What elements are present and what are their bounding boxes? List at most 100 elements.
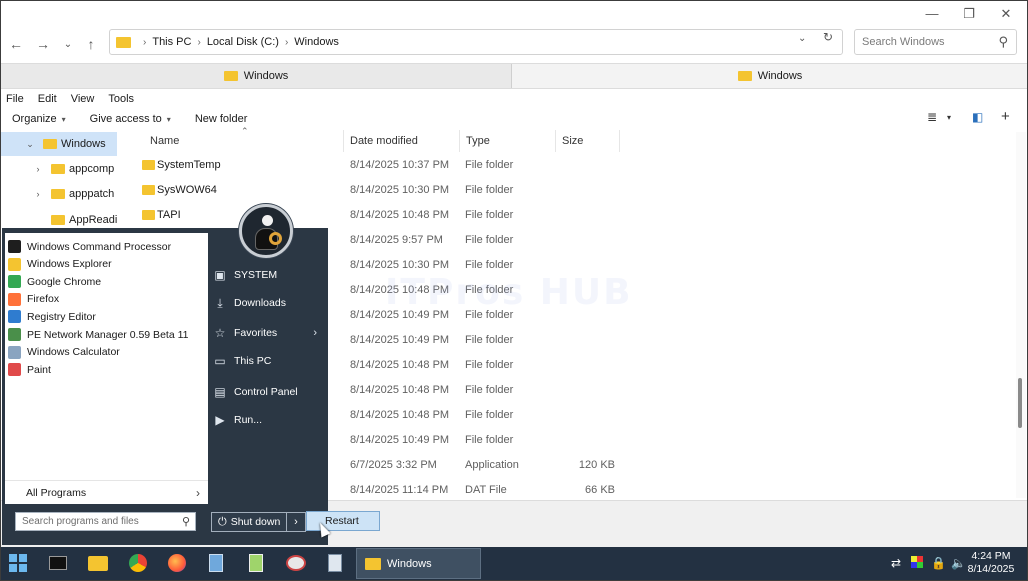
- search-icon: ⚲: [181, 516, 190, 528]
- menu-edit[interactable]: Edit: [38, 93, 57, 105]
- start-program-item[interactable]: Paint: [8, 361, 204, 378]
- chrome-icon: [8, 275, 21, 289]
- paint-icon: [8, 363, 21, 377]
- tab-windows-1[interactable]: Windows: [1, 64, 512, 88]
- breadcrumb-item[interactable]: This PC: [152, 36, 191, 48]
- cell-date: 8/14/2025 9:57 PM: [350, 234, 443, 246]
- back-button[interactable]: ←: [5, 33, 27, 55]
- table-row[interactable]: SysWOW64 8/14/2025 10:30 PM File folder: [124, 177, 1014, 202]
- organize-button[interactable]: Organize ▾: [12, 113, 66, 125]
- start-program-item[interactable]: Firefox: [8, 291, 204, 308]
- cell-type: File folder: [465, 159, 514, 171]
- new-folder-button[interactable]: New folder: [195, 113, 248, 125]
- explorer-taskbar-icon[interactable]: [85, 551, 111, 575]
- start-program-item[interactable]: Google Chrome: [8, 273, 204, 290]
- chrome-taskbar-icon[interactable]: [125, 551, 151, 575]
- nav-item-appcomp[interactable]: › appcomp: [1, 157, 117, 181]
- run-icon: ▶: [215, 413, 225, 427]
- chevron-right-icon[interactable]: ›: [31, 164, 45, 174]
- lock-tray-icon[interactable]: 🔒: [931, 556, 946, 570]
- network-tray-icon[interactable]: ⇄: [891, 556, 901, 570]
- cell-date: 8/14/2025 10:49 PM: [350, 334, 450, 346]
- notepad-taskbar-icon[interactable]: [243, 551, 269, 575]
- menu-file[interactable]: File: [6, 93, 24, 105]
- refresh-icon[interactable]: ↻: [823, 30, 833, 44]
- recent-locations-button[interactable]: ⌄: [57, 33, 79, 55]
- column-type[interactable]: Type: [460, 130, 556, 152]
- cell-name: TAPI: [157, 209, 181, 221]
- taskbar-window-windows[interactable]: Windows: [356, 548, 481, 579]
- cell-name: SystemTemp: [157, 159, 221, 171]
- start-program-item[interactable]: Windows Calculator: [8, 344, 204, 361]
- calculator-taskbar-icon[interactable]: [322, 551, 348, 575]
- start-program-item[interactable]: Windows Command Processor: [8, 238, 204, 255]
- close-button[interactable]: ✕: [987, 1, 1025, 26]
- start-program-item[interactable]: Registry Editor: [8, 308, 204, 325]
- power-icon: ⏻: [218, 515, 227, 528]
- column-size[interactable]: Size: [556, 130, 620, 152]
- search-input[interactable]: Search Windows ⚲: [854, 29, 1017, 55]
- up-button[interactable]: ↑: [80, 33, 102, 55]
- shutdown-options-button[interactable]: ›: [286, 513, 305, 531]
- chevron-down-icon[interactable]: ▾: [947, 113, 951, 122]
- chevron-down-icon[interactable]: ⌄: [23, 139, 37, 150]
- cell-date: 8/14/2025 10:30 PM: [350, 184, 450, 196]
- all-programs-button[interactable]: All Programs ›: [5, 480, 208, 504]
- column-date-modified[interactable]: Date modified: [344, 130, 460, 152]
- start-right-item[interactable]: ⤓ Downloads: [213, 293, 323, 313]
- nav-item-windows[interactable]: ⌄ Windows: [1, 132, 117, 156]
- start-button[interactable]: [5, 551, 31, 575]
- chevron-right-icon: ›: [196, 485, 200, 500]
- breadcrumb-item[interactable]: Local Disk (C:): [207, 36, 279, 48]
- menu-tools[interactable]: Tools: [108, 93, 134, 105]
- minimize-button[interactable]: —: [913, 1, 951, 26]
- vertical-scrollbar[interactable]: [1016, 132, 1026, 498]
- start-right-label: Run...: [234, 414, 263, 426]
- command-bar: Organize ▾ Give access to ▾ New folder ≣ ▾…: [1, 108, 1027, 130]
- monitor-icon: ▭: [214, 354, 226, 368]
- address-bar[interactable]: › This PC › Local Disk (C:) › Windows: [109, 29, 843, 55]
- color-tray-icon[interactable]: [911, 556, 923, 571]
- user-avatar[interactable]: [239, 204, 293, 258]
- clock[interactable]: 4:24 PM 8/14/2025: [959, 550, 1023, 576]
- add-icon[interactable]: +: [1001, 108, 1010, 125]
- cell-type: DAT File: [465, 484, 507, 496]
- paint-taskbar-icon[interactable]: [283, 551, 309, 575]
- nav-item-apppatch[interactable]: › apppatch: [1, 182, 117, 206]
- start-program-item[interactable]: Windows Explorer: [8, 256, 204, 273]
- start-program-item[interactable]: PE Network Manager 0.59 Beta 11: [8, 326, 204, 343]
- notes-taskbar-icon[interactable]: [203, 551, 229, 575]
- address-dropdown-icon[interactable]: ⌄: [798, 33, 806, 44]
- scrollbar-thumb[interactable]: [1018, 378, 1022, 428]
- start-right-item[interactable]: ▤ Control Panel: [213, 382, 323, 402]
- table-row[interactable]: SystemTemp 8/14/2025 10:37 PM File folder: [124, 152, 1014, 177]
- taskbar: Windows ⇄ 🔒 🔈 4:24 PM 8/14/2025: [1, 547, 1027, 580]
- chevron-right-icon[interactable]: ›: [31, 189, 45, 199]
- cell-type: File folder: [465, 209, 514, 221]
- menu-bar: File Edit View Tools: [1, 90, 1027, 108]
- start-right-item[interactable]: ▭ This PC: [213, 351, 323, 371]
- breadcrumb-item[interactable]: Windows: [294, 36, 339, 48]
- sort-ascending-icon: ⌃: [241, 126, 249, 136]
- give-access-button[interactable]: Give access to ▾: [90, 113, 171, 125]
- start-right-item[interactable]: ☆ Favorites ›: [213, 323, 323, 343]
- tab-windows-2[interactable]: Windows: [513, 64, 1027, 88]
- cell-type: File folder: [465, 334, 514, 346]
- cmd-taskbar-icon[interactable]: [45, 551, 71, 575]
- start-programs-list: Windows Command Processor Windows Explore…: [5, 233, 208, 503]
- forward-button[interactable]: →: [32, 33, 54, 55]
- regedit-icon: [8, 310, 21, 324]
- menu-view[interactable]: View: [71, 93, 95, 105]
- view-options-icon[interactable]: ≣: [927, 110, 937, 124]
- restore-button[interactable]: ❐: [950, 1, 988, 26]
- cell-date: 8/14/2025 10:48 PM: [350, 209, 450, 221]
- folder-icon: [51, 215, 65, 225]
- start-right-item[interactable]: ▣ SYSTEM: [213, 265, 323, 285]
- firefox-taskbar-icon[interactable]: [164, 551, 190, 575]
- chevron-right-icon: ›: [197, 36, 201, 48]
- cell-date: 8/14/2025 10:48 PM: [350, 409, 450, 421]
- preview-pane-icon[interactable]: ◧: [972, 110, 983, 124]
- start-search-input[interactable]: Search programs and files ⚲: [15, 512, 196, 531]
- shutdown-button[interactable]: ⏻ Shut down ›: [211, 512, 306, 532]
- start-right-item[interactable]: ▶ Run...: [213, 410, 323, 430]
